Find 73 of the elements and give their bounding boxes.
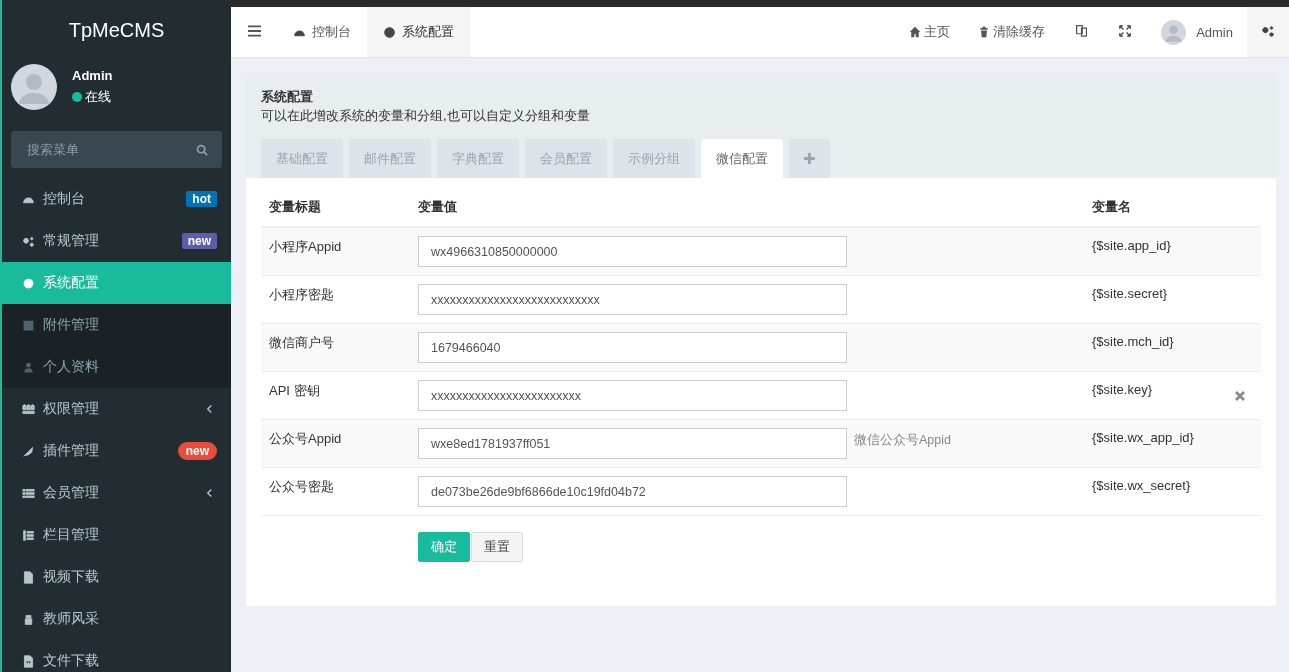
menu-item[interactable]: 插件管理 new bbox=[2, 430, 231, 472]
menu-icon bbox=[22, 234, 35, 248]
group-tab[interactable]: 微信配置 bbox=[701, 139, 783, 178]
user-status: 在线 bbox=[85, 88, 111, 106]
field-hint: 微信公众号Appid bbox=[853, 432, 952, 449]
menu-icon bbox=[22, 654, 35, 668]
input-field[interactable]: wxe8ed1781937ff051 bbox=[418, 428, 847, 459]
variable-name: {$site.mch_id} bbox=[1092, 333, 1175, 351]
input-field[interactable]: xxxxxxxxxxxxxxxxxxxxxxxxxxx bbox=[418, 284, 847, 315]
menu-item[interactable]: 会员管理 bbox=[2, 472, 231, 514]
input-field[interactable]: de073be26de9bf6866de10c19fd04b72 bbox=[418, 476, 847, 507]
variable-name: {$site.secret} bbox=[1092, 285, 1169, 303]
nav-tab[interactable]: 系统配置 bbox=[367, 7, 470, 57]
variable-title: 微信商户号 bbox=[268, 334, 335, 352]
search-input[interactable]: 搜索菜单 bbox=[25, 141, 192, 158]
menu-icon bbox=[22, 570, 35, 584]
panel-description: 可以在此增改系统的变量和分组,也可以自定义分组和变量 bbox=[261, 107, 591, 125]
menu-icon bbox=[247, 24, 261, 37]
variable-title: API 密钥 bbox=[268, 382, 321, 400]
menu-item[interactable]: 教师风采 bbox=[2, 598, 231, 640]
variable-name: {$site.key} bbox=[1092, 381, 1153, 399]
menu-item[interactable]: 文件下载 bbox=[2, 640, 231, 672]
variable-name: {$site.wx_app_id} bbox=[1092, 429, 1195, 447]
status-dot-icon bbox=[72, 92, 82, 102]
menu-item[interactable]: 权限管理 bbox=[2, 388, 231, 430]
menu-icon bbox=[22, 402, 35, 416]
menu-icon bbox=[22, 444, 35, 458]
trash-icon bbox=[978, 26, 991, 38]
top-link[interactable]: 清除缓存 bbox=[964, 7, 1060, 57]
panel-title: 系统配置 bbox=[261, 88, 314, 106]
variable-title: 公众号Appid bbox=[268, 430, 343, 448]
menu-badge: hot bbox=[186, 191, 217, 207]
nav-tab[interactable]: 控制台 bbox=[277, 7, 367, 57]
logo-text: TpMeCMS bbox=[67, 18, 166, 43]
translate-icon bbox=[1074, 24, 1088, 37]
variable-name: {$site.wx_secret} bbox=[1092, 477, 1192, 495]
menu-item[interactable]: 视频下载 bbox=[2, 556, 231, 598]
avatar-icon bbox=[11, 64, 57, 110]
search-icon bbox=[196, 143, 208, 156]
gears-icon bbox=[1261, 23, 1275, 38]
variable-title: 小程序密匙 bbox=[268, 286, 335, 304]
column-header: 变量标题 bbox=[268, 198, 322, 216]
close-icon[interactable] bbox=[1235, 390, 1245, 401]
column-header: 变量名 bbox=[1092, 198, 1132, 216]
menu-icon bbox=[22, 360, 35, 374]
menu-item[interactable]: 控制台 hot bbox=[2, 178, 231, 220]
variable-name: {$site.app_id} bbox=[1092, 237, 1172, 255]
menu-item[interactable]: 栏目管理 bbox=[2, 514, 231, 556]
menu-icon bbox=[22, 528, 35, 542]
home-icon bbox=[909, 26, 922, 38]
menu-badge: new bbox=[181, 233, 217, 249]
submenu-item[interactable]: 个人资料 bbox=[2, 346, 231, 388]
input-field[interactable]: wx4966310850000000 bbox=[418, 236, 847, 267]
user-name: Admin bbox=[72, 68, 113, 83]
search-field[interactable]: 搜索菜单 bbox=[11, 131, 222, 168]
reset-button[interactable]: 重置 bbox=[471, 532, 523, 562]
menu-item[interactable]: 常规管理 new bbox=[2, 220, 231, 262]
input-field[interactable]: xxxxxxxxxxxxxxxxxxxxxxxx bbox=[418, 380, 847, 411]
submenu-item[interactable]: 附件管理 bbox=[2, 304, 231, 346]
menu-badge: new bbox=[177, 442, 217, 460]
menu-icon bbox=[22, 318, 35, 332]
menu-icon bbox=[22, 612, 35, 626]
top-link[interactable]: 主页 bbox=[895, 7, 965, 57]
input-field[interactable]: 1679466040 bbox=[418, 332, 847, 363]
variable-title: 小程序Appid bbox=[268, 238, 343, 256]
menu-icon bbox=[22, 486, 35, 500]
column-header: 变量值 bbox=[418, 198, 458, 216]
user-name[interactable]: Admin bbox=[1196, 24, 1233, 40]
fullscreen-icon bbox=[1119, 24, 1132, 37]
settings-button[interactable] bbox=[1247, 7, 1289, 57]
avatar-icon bbox=[1161, 19, 1187, 45]
variable-title: 公众号密匙 bbox=[268, 478, 335, 496]
menu-icon bbox=[22, 276, 35, 290]
